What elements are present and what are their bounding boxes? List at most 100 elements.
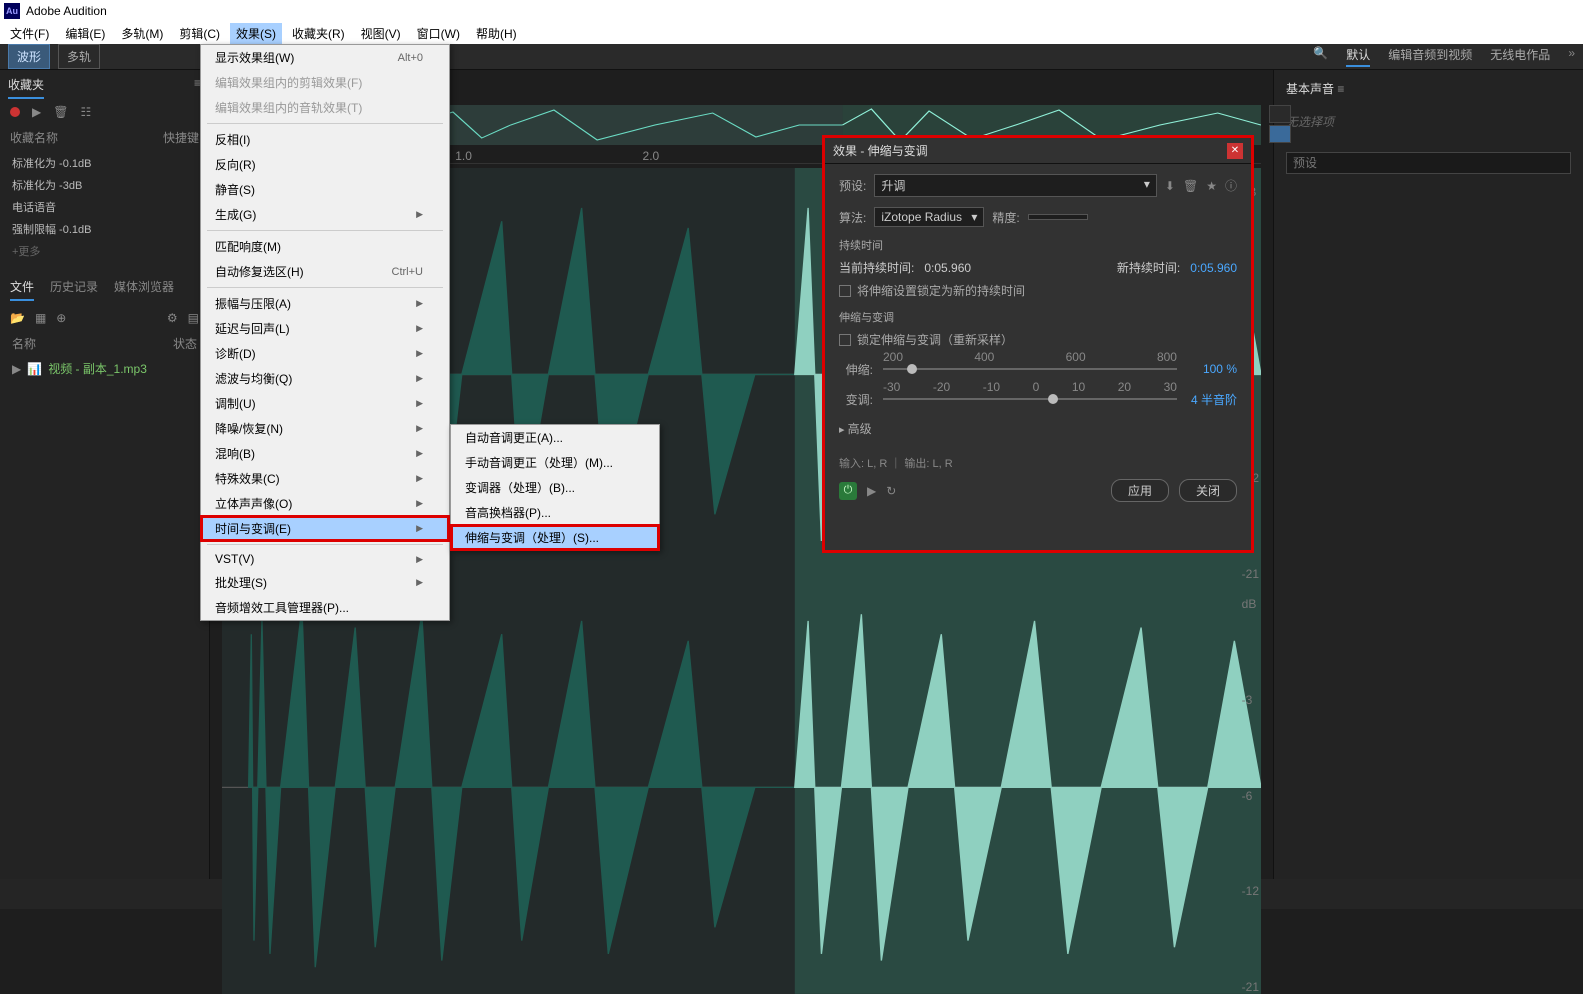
menu-amplitude-compression[interactable]: 振幅与压限(A)▶ xyxy=(201,291,449,316)
lock-stretch-to-duration-checkbox[interactable]: 将伸缩设置锁定为新的持续时间 xyxy=(839,282,1237,299)
menu-modulation[interactable]: 调制(U)▶ xyxy=(201,391,449,416)
time-pitch-submenu: 自动音调更正(A)... 手动音调更正（处理）(M)... 变调器（处理）(B)… xyxy=(450,424,660,551)
workspace-radio[interactable]: 无线电作品 xyxy=(1490,46,1550,67)
menu-noise-restoration[interactable]: 降噪/恢复(N)▶ xyxy=(201,416,449,441)
submenu-manual-pitch-correction[interactable]: 手动音调更正（处理）(M)... xyxy=(451,450,659,475)
essential-sound-tab[interactable]: 基本声音 xyxy=(1286,82,1334,96)
favorites-tab[interactable]: 收藏夹 xyxy=(8,76,44,99)
menu-reverse[interactable]: 反向(R) xyxy=(201,152,449,177)
overview-zoom-button[interactable] xyxy=(1269,105,1291,123)
new-duration-label: 新持续时间: xyxy=(1117,261,1180,275)
workspace-more-icon[interactable]: » xyxy=(1568,46,1575,67)
menu-plugin-manager[interactable]: 音频增效工具管理器(P)... xyxy=(201,595,449,620)
favorite-item[interactable]: 标准化为 -0.1dB xyxy=(0,152,209,174)
menu-batch[interactable]: 批处理(S)▶ xyxy=(201,570,449,595)
favorite-icon[interactable]: ★ xyxy=(1206,179,1217,193)
new-duration-value[interactable]: 0:05.960 xyxy=(1190,261,1237,275)
new-file-icon[interactable]: ▦ xyxy=(35,311,46,325)
media-browser-tab[interactable]: 媒体浏览器 xyxy=(114,278,174,301)
workspace-edit-audio-to-video[interactable]: 编辑音频到视频 xyxy=(1388,46,1472,67)
file-filter-icon[interactable]: ▤ xyxy=(188,311,199,325)
menu-stereo-imagery[interactable]: 立体声声像(O)▶ xyxy=(201,491,449,516)
favorite-more[interactable]: +更多 xyxy=(0,240,209,262)
menu-silence[interactable]: 静音(S) xyxy=(201,177,449,202)
stretch-pitch-dialog: 效果 - 伸缩与变调 ✕ 预设: 升调 ▾ ⬇ 🗑 ★ ⓘ 算法: iZotop… xyxy=(822,135,1254,553)
preview-play-icon[interactable]: ▶ xyxy=(867,484,876,498)
left-panel: 收藏夹≡ ▶ 🗑 ☷ 收藏名称快捷键 标准化为 -0.1dB 标准化为 -3dB… xyxy=(0,70,210,879)
delete-preset-icon[interactable]: 🗑 xyxy=(1183,179,1198,193)
menu-clip[interactable]: 剪辑(C) xyxy=(173,23,226,44)
menu-vst[interactable]: VST(V)▶ xyxy=(201,548,449,570)
fav-col-name: 收藏名称 xyxy=(10,129,58,146)
algorithm-label: 算法: xyxy=(839,209,866,226)
info-icon[interactable]: ⓘ xyxy=(1225,177,1237,194)
caret-icon: ▶ xyxy=(12,362,21,376)
current-duration-label: 当前持续时间: xyxy=(839,261,914,275)
menu-diagnostics[interactable]: 诊断(D)▶ xyxy=(201,341,449,366)
play-favorite-icon[interactable]: ▶ xyxy=(32,105,41,119)
stretch-value[interactable]: 100 xyxy=(1203,362,1223,376)
menu-filter-eq[interactable]: 滤波与均衡(Q)▶ xyxy=(201,366,449,391)
overview-mode-button[interactable] xyxy=(1269,125,1291,143)
menu-help[interactable]: 帮助(H) xyxy=(470,23,523,44)
favorite-item[interactable]: 强制限幅 -0.1dB xyxy=(0,218,209,240)
multitrack-view-button[interactable]: 多轨 xyxy=(58,44,100,69)
submenu-stretch-and-pitch[interactable]: 伸缩与变调（处理）(S)... xyxy=(451,525,659,550)
menu-time-and-pitch[interactable]: 时间与变调(E)▶ xyxy=(201,516,449,541)
panel-menu-icon[interactable]: ≡ xyxy=(1337,82,1344,96)
no-selection-text: 无选择项 xyxy=(1282,103,1575,140)
history-tab[interactable]: 历史记录 xyxy=(50,278,98,301)
menu-window[interactable]: 窗口(W) xyxy=(411,23,466,44)
search-icon[interactable]: 🔍 xyxy=(1313,46,1328,67)
files-tab[interactable]: 文件 xyxy=(10,278,34,301)
menu-reverb[interactable]: 混响(B)▶ xyxy=(201,441,449,466)
submenu-auto-pitch-correction[interactable]: 自动音调更正(A)... xyxy=(451,425,659,450)
menu-match-loudness[interactable]: 匹配响度(M) xyxy=(201,234,449,259)
file-item[interactable]: ▶ 📊 视频 - 副本_1.mp3 xyxy=(0,356,209,381)
menu-auto-heal[interactable]: 自动修复选区(H)Ctrl+U xyxy=(201,259,449,284)
favorite-item[interactable]: 电话语音 xyxy=(0,196,209,218)
menu-show-effects-rack[interactable]: 显示效果组(W)Alt+0 xyxy=(201,45,449,70)
current-duration-value: 0:05.960 xyxy=(924,261,971,275)
file-settings-icon[interactable]: ⚙ xyxy=(167,311,178,325)
menu-file[interactable]: 文件(F) xyxy=(4,23,55,44)
menu-generate[interactable]: 生成(G)▶ xyxy=(201,202,449,227)
close-icon[interactable]: ✕ xyxy=(1227,143,1243,159)
menu-edit-clip-effects[interactable]: 编辑效果组内的剪辑效果(F) xyxy=(201,70,449,95)
open-file-icon[interactable]: 📂 xyxy=(10,311,25,325)
menu-edit[interactable]: 编辑(E) xyxy=(59,23,111,44)
record-favorite-icon[interactable] xyxy=(10,107,20,117)
delete-favorite-icon[interactable]: 🗑 xyxy=(53,105,68,119)
io-info: 输入: L, R ｜ 输出: L, R xyxy=(839,455,1237,471)
menu-invert[interactable]: 反相(I) xyxy=(201,127,449,152)
power-toggle-icon[interactable]: ⏻ xyxy=(839,482,857,500)
advanced-toggle[interactable]: ▸ 高级 xyxy=(839,420,1237,437)
import-icon[interactable]: ⊕ xyxy=(56,311,66,325)
preset-search-input[interactable] xyxy=(1286,152,1571,174)
menu-favorites[interactable]: 收藏夹(R) xyxy=(286,23,351,44)
preset-dropdown[interactable]: 升调 ▾ xyxy=(874,174,1157,197)
close-button[interactable]: 关闭 xyxy=(1179,479,1237,502)
precision-dropdown[interactable] xyxy=(1028,214,1088,220)
favorite-props-icon[interactable]: ☷ xyxy=(80,105,91,119)
pitch-value[interactable]: 4 xyxy=(1191,393,1198,407)
submenu-pitch-shifter[interactable]: 音高换档器(P)... xyxy=(451,500,659,525)
algorithm-dropdown[interactable]: iZotope Radius ▾ xyxy=(874,207,984,227)
waveform-view-button[interactable]: 波形 xyxy=(8,44,50,69)
apply-button[interactable]: 应用 xyxy=(1111,479,1169,502)
menu-special[interactable]: 特殊效果(C)▶ xyxy=(201,466,449,491)
submenu-pitch-bender[interactable]: 变调器（处理）(B)... xyxy=(451,475,659,500)
menu-view[interactable]: 视图(V) xyxy=(355,23,407,44)
menu-delay-echo[interactable]: 延迟与回声(L)▶ xyxy=(201,316,449,341)
workspace-default[interactable]: 默认 xyxy=(1346,46,1370,67)
loop-preview-icon[interactable]: ↻ xyxy=(886,484,896,498)
stretch-slider[interactable]: 200400600800 xyxy=(883,360,1177,378)
menu-effects[interactable]: 效果(S) xyxy=(230,23,282,44)
save-preset-icon[interactable]: ⬇ xyxy=(1165,179,1175,193)
menu-edit-track-effects[interactable]: 编辑效果组内的音轨效果(T) xyxy=(201,95,449,120)
favorite-item[interactable]: 标准化为 -3dB xyxy=(0,174,209,196)
pitch-slider[interactable]: -30-20-100102030 xyxy=(883,390,1177,408)
lock-stretch-and-pitch-checkbox[interactable]: 锁定伸缩与变调（重新采样） xyxy=(839,331,1237,348)
pitch-slider-label: 变调: xyxy=(839,391,873,408)
menu-multitrack[interactable]: 多轨(M) xyxy=(115,23,169,44)
